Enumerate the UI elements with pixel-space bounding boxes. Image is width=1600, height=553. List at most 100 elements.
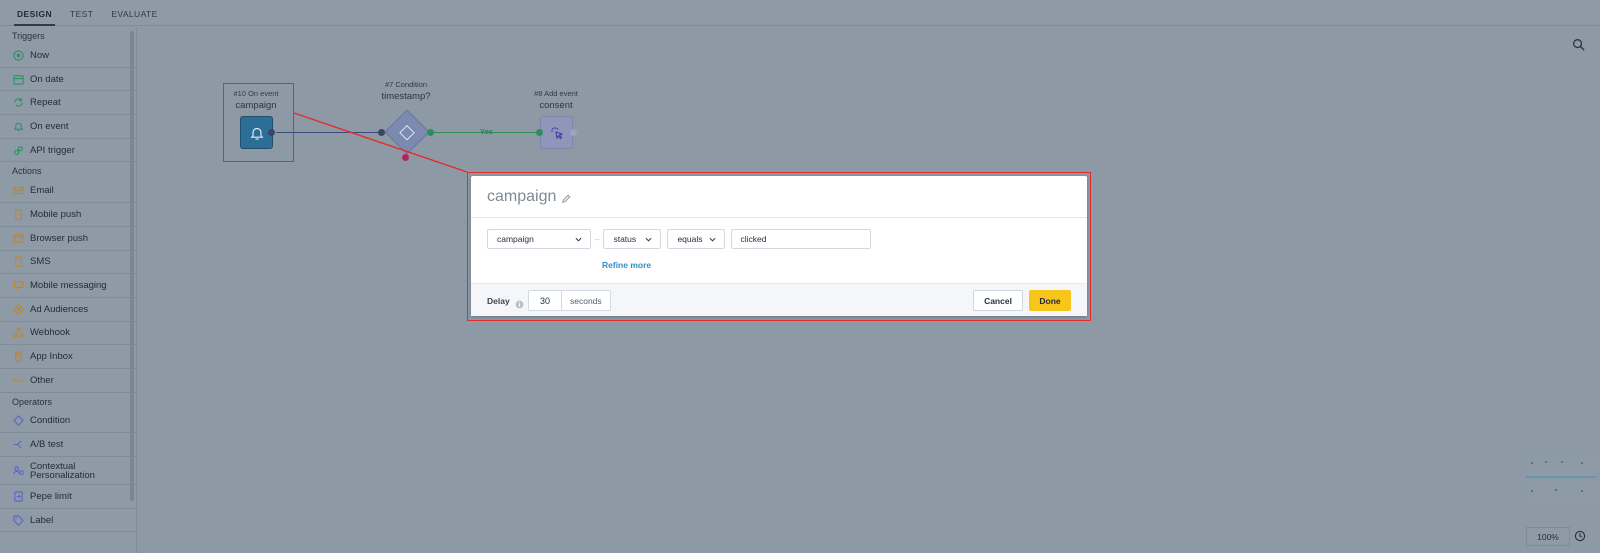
sidebar-item-label: Other [30,374,54,386]
event-select-value: campaign [497,234,534,244]
chevron-down-icon [709,234,716,244]
sidebar-item-email[interactable]: Email [0,179,136,204]
chat-icon [12,280,24,292]
sidebar-item-label: Contextual Personalization [30,460,95,481]
filter-rule-row: campaign – status equals [487,229,872,249]
calendar-icon [12,73,24,85]
sidebar-item-label: SMS [30,256,51,268]
sidebar-item-ab-test[interactable]: A/B test [0,433,136,457]
section-operators: Operators [12,396,53,407]
event-select[interactable]: campaign [487,229,591,249]
sidebar-item-other[interactable]: Other [0,369,136,393]
envelope-icon [12,185,24,197]
sidebar-item-webhook[interactable]: Webhook [0,322,136,346]
zoom-level[interactable]: 100% [1526,527,1570,546]
delay-label: Delay [487,296,510,306]
sidebar-item-label: API trigger [30,144,75,156]
split-icon [12,439,24,451]
sidebar-item-label: Webhook [30,327,70,339]
chevron-down-icon [645,234,652,244]
section-actions: Actions [12,166,42,177]
cancel-button[interactable]: Cancel [973,290,1023,311]
delay-control: seconds [528,290,611,311]
chevron-down-icon [575,234,582,244]
sidebar-item-mobile-messaging[interactable]: Mobile messaging [0,274,136,298]
sidebar-item-on-event[interactable]: On event [0,115,136,139]
target-icon [12,49,24,61]
sidebar-item-label: Repeat [30,97,61,109]
input-port[interactable] [378,129,385,136]
separator: – [595,234,600,244]
sidebar-item-condition[interactable]: Condition [0,410,136,434]
more-icon [12,374,24,386]
delay-value-input[interactable] [529,291,562,310]
tab-evaluate[interactable]: EVALUATE [102,9,166,25]
link-icon [12,144,24,156]
done-button[interactable]: Done [1029,290,1071,311]
input-port[interactable] [536,129,543,136]
operator-select[interactable]: equals [667,229,726,249]
delay-unit[interactable]: seconds [562,291,610,310]
sidebar-item-app-inbox[interactable]: App Inbox [0,345,136,369]
sidebar-item-label: Mobile push [30,208,82,220]
attribute-select[interactable]: status [603,229,662,249]
condition-icon [399,124,415,141]
edge-yes-label: Yes [480,127,493,136]
dialog-header: campaign [471,176,1087,218]
repeat-icon [12,97,24,109]
browser-icon [12,232,24,244]
tab-design[interactable]: DESIGN [8,9,61,26]
add-event-node[interactable] [540,116,573,149]
sidebar-item-ad-audiences[interactable]: Ad Audiences [0,298,136,322]
output-port[interactable] [570,129,577,136]
event-settings-dialog: campaign campaign – status equals Refine… [471,176,1087,316]
sidebar-item-label: Mobile messaging [30,280,107,292]
sidebar-item-sms[interactable]: SMS [0,251,136,275]
refine-more-link[interactable]: Refine more [602,260,651,270]
sidebar-item-label: Browser push [30,232,89,244]
personalization-icon [12,465,24,477]
sidebar-item-mobile-push[interactable]: Mobile push [0,203,136,227]
search-icon[interactable] [1572,38,1586,52]
webhook-icon [12,327,24,339]
sidebar-item-label: On date [30,73,64,85]
dialog-title: campaign [487,187,557,205]
sidebar-item-pepe-limit[interactable]: Pepe limit [0,485,136,509]
sidebar-item-label-op[interactable]: Label [0,509,136,533]
tab-test[interactable]: TEST [61,9,102,25]
bell-icon [12,120,24,132]
pencil-icon[interactable] [561,191,572,204]
highlight-event-node [223,83,294,162]
operator-select-value: equals [677,234,703,244]
sidebar-item-browser-push[interactable]: Browser push [0,227,136,251]
sidebar-item-contextual-personalization[interactable]: Contextual Personalization [0,457,136,485]
sidebar-item-label: App Inbox [30,351,73,363]
limit-icon [12,490,24,502]
sidebar-item-on-date[interactable]: On date [0,68,136,92]
value-input[interactable] [731,229,872,249]
inbox-icon [12,351,24,363]
canvas-minimap[interactable] [1526,455,1596,503]
sidebar-scrollbar[interactable] [130,31,134,501]
info-icon[interactable] [515,296,524,309]
node-palette-sidebar: Triggers Now On date Repeat On event API… [0,27,137,553]
node-id-label: #7 Condition [384,80,428,89]
sidebar-item-label: Pepe limit [30,490,72,502]
node-name-label: consent [539,100,573,111]
dialog-footer: Delay seconds Cancel Done [471,283,1087,316]
sidebar-item-now[interactable]: Now [0,44,136,68]
condition-node[interactable] [384,109,430,155]
history-icon[interactable] [1574,529,1588,543]
audience-icon [12,303,24,315]
sidebar-item-label: Condition [30,415,71,427]
sms-icon [12,256,24,268]
top-tab-bar: DESIGN TEST EVALUATE [0,0,1600,26]
sidebar-item-label: Label [30,514,54,526]
sidebar-item-label: A/B test [30,439,64,451]
no-port[interactable] [402,154,409,161]
attribute-select-value: status [613,234,637,244]
sidebar-item-label: On event [30,120,69,132]
sidebar-item-repeat[interactable]: Repeat [0,91,136,116]
yes-port[interactable] [427,129,434,136]
sidebar-item-api-trigger[interactable]: API trigger [0,139,136,163]
